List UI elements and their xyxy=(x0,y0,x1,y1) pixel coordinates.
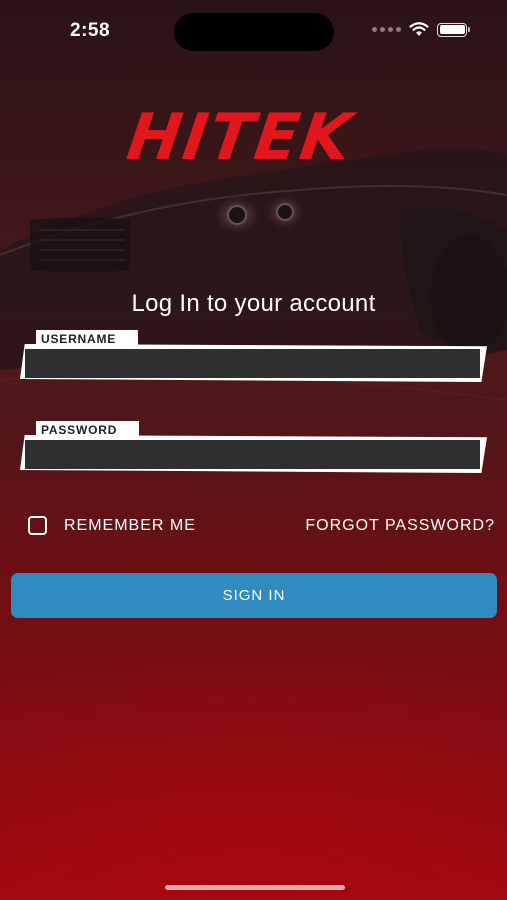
remember-me-label: REMEMBER ME xyxy=(64,516,196,534)
status-icons xyxy=(372,22,470,37)
wifi-icon xyxy=(409,22,429,36)
battery-icon xyxy=(437,22,470,37)
username-label: USERNAME xyxy=(36,330,139,347)
status-time: 2:58 xyxy=(70,20,111,41)
username-field: USERNAME xyxy=(20,330,487,385)
login-heading: Log In to your account xyxy=(131,290,376,317)
brand-logo: HITEK xyxy=(123,101,378,175)
sign-in-button[interactable]: SIGN IN xyxy=(11,573,497,618)
status-bar: 2:58 xyxy=(0,0,507,62)
remember-me-checkbox[interactable] xyxy=(28,516,47,535)
password-label: PASSWORD xyxy=(36,421,140,438)
dynamic-island xyxy=(174,13,334,51)
logo-text: HITEK xyxy=(122,101,358,175)
password-input[interactable] xyxy=(25,440,480,469)
password-field: PASSWORD xyxy=(20,421,487,476)
username-input[interactable] xyxy=(25,349,480,378)
remember-me-toggle[interactable]: REMEMBER ME xyxy=(28,516,196,535)
home-indicator[interactable] xyxy=(165,885,345,890)
forgot-password-link[interactable]: FORGOT PASSWORD? xyxy=(305,517,495,535)
signal-dots-icon xyxy=(372,27,401,32)
